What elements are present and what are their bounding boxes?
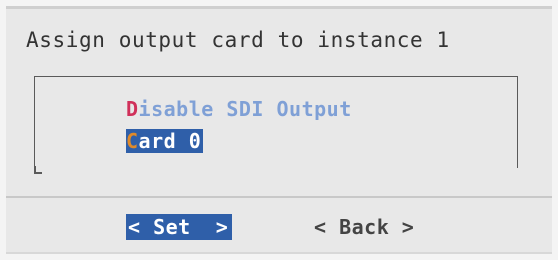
menu-item-card-0[interactable]: Card 0 [126,129,204,153]
menu-item-hotkey: C [126,129,139,153]
dialog-bottom-edge [6,252,552,254]
back-button[interactable]: < Back > [312,214,416,240]
menu-box-corner [34,172,42,174]
button-separator [6,196,552,198]
set-button[interactable]: < Set > [126,214,233,240]
menu-item-label: ard 0 [138,129,202,153]
menu-item-label: isable SDI Output [138,97,352,121]
dialog-title: Assign output card to instance 1 [26,28,450,52]
menu-item-disable-sdi-output[interactable]: Disable SDI Output [126,97,352,121]
menu-list [34,76,518,168]
menu-item-hotkey: D [126,97,139,121]
